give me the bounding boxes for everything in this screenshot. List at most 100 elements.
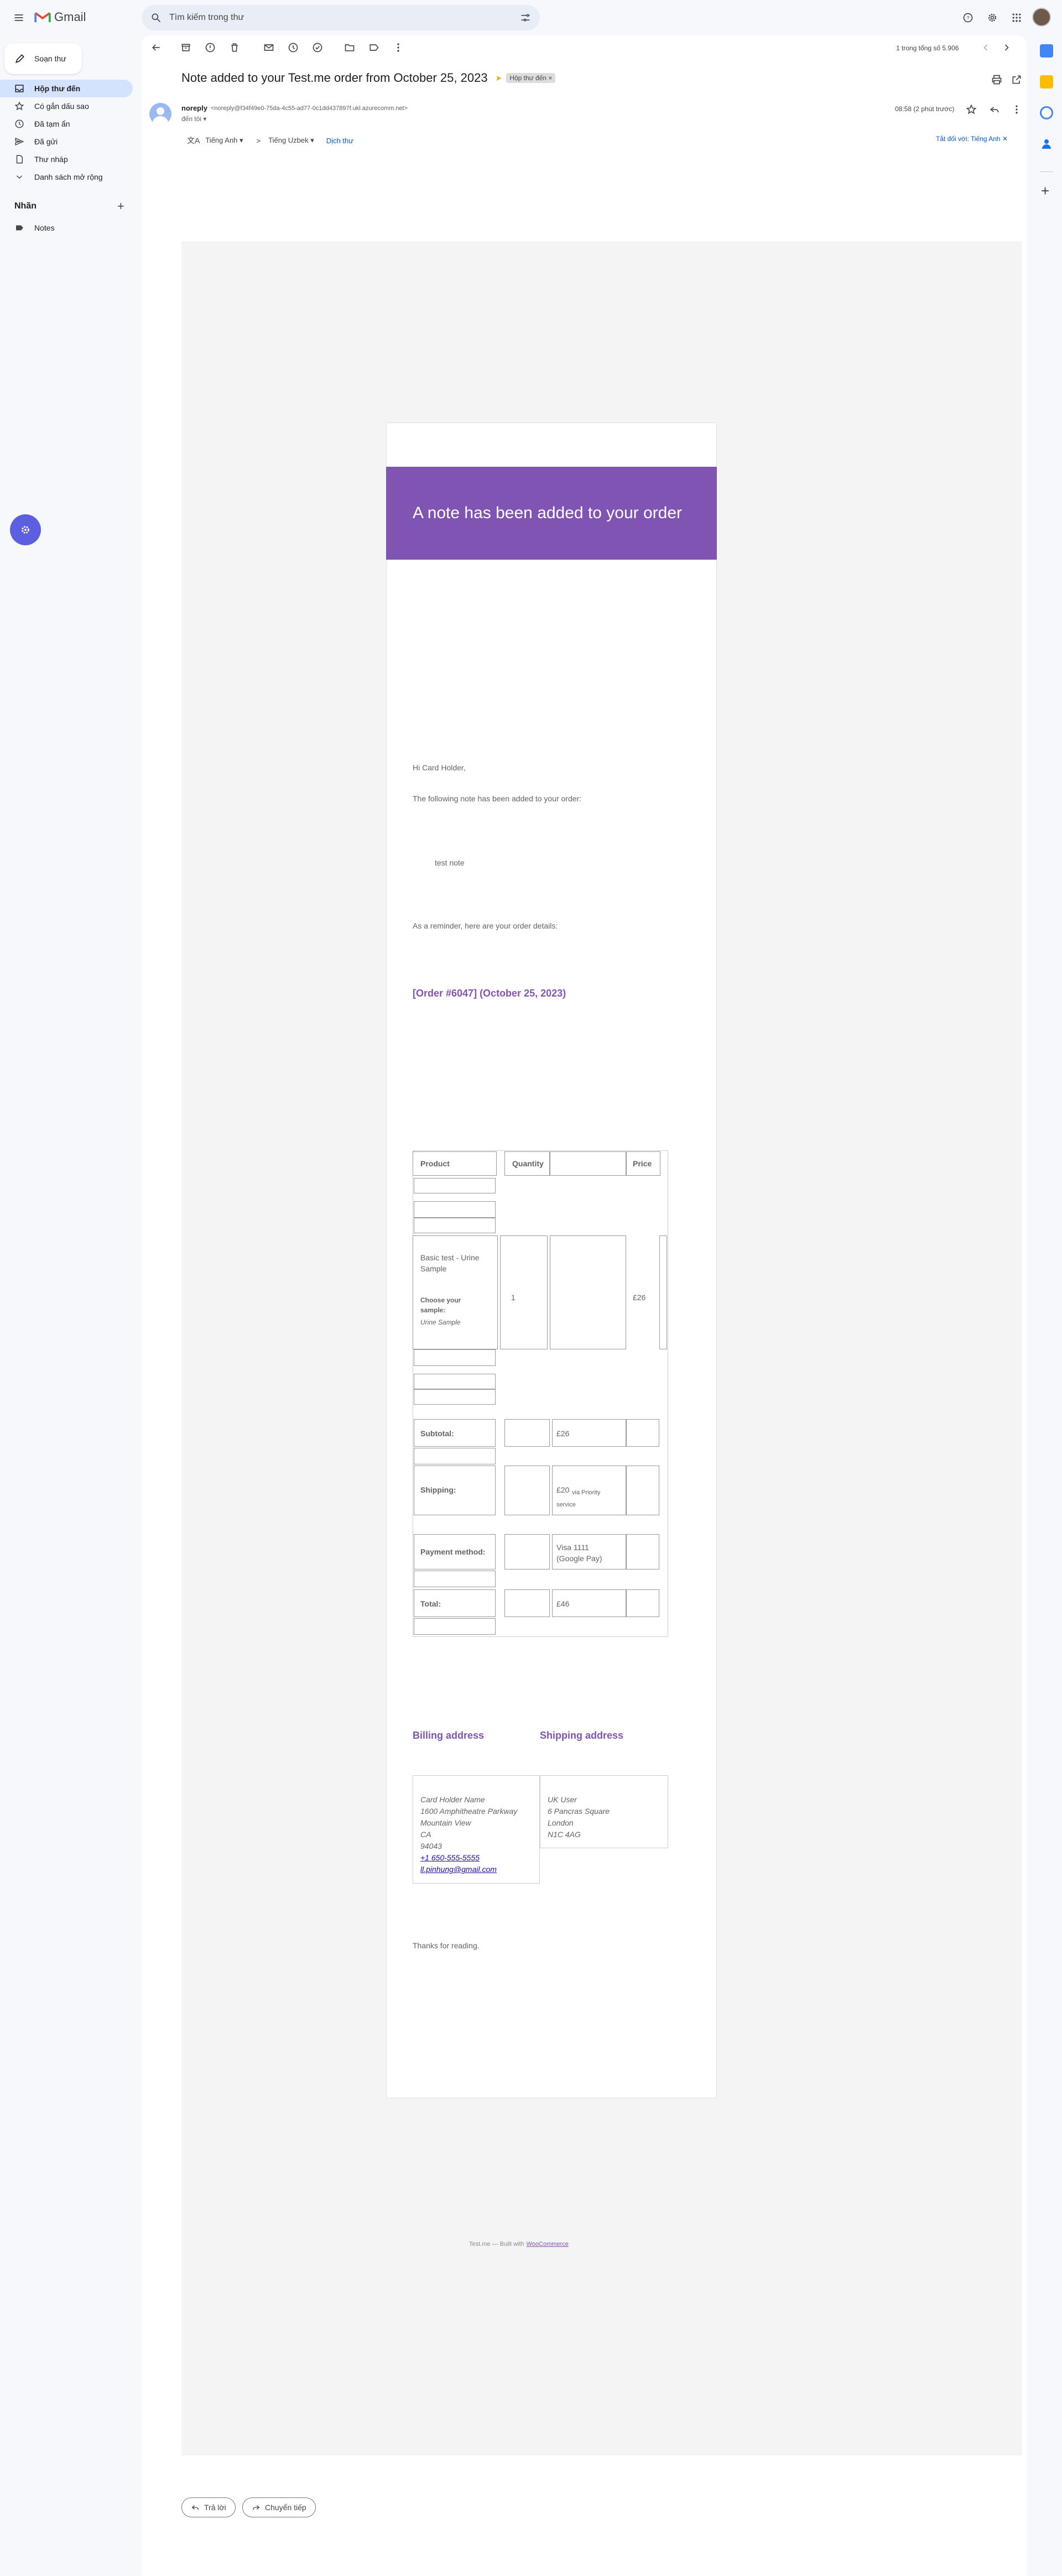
translate-to-select[interactable]: Tiếng Uzbek ▾ [268, 136, 314, 145]
col-quantity: Quantity [512, 1159, 544, 1168]
sidebar-label-notes[interactable]: Notes [0, 219, 133, 237]
shipping-label: Shipping: [420, 1485, 456, 1494]
gmail-logo[interactable]: Gmail [34, 10, 86, 24]
mark-unread-icon[interactable] [258, 36, 280, 59]
empty-cell [414, 1218, 496, 1233]
billing-email-link[interactable]: ll.pinhung@gmail.com [420, 1864, 517, 1875]
account-avatar[interactable] [1032, 8, 1051, 27]
subtotal-value: £26 [556, 1429, 570, 1438]
back-arrow-icon[interactable] [145, 36, 167, 59]
delete-icon[interactable] [223, 36, 246, 59]
chevron-left-icon[interactable] [975, 36, 997, 59]
sidebar-item-starred[interactable]: Có gắn dấu sao [0, 97, 133, 115]
billing-line: 1600 Amphitheatre Parkway [420, 1807, 518, 1816]
rail-divider [1040, 171, 1053, 172]
woocommerce-link[interactable]: WooCommerce [527, 2241, 569, 2248]
empty-cell [626, 1589, 659, 1617]
item-meta-value: Urine Sample [420, 1318, 461, 1326]
report-spam-icon[interactable] [199, 36, 221, 59]
chevron-down-icon [16, 175, 23, 179]
sidebar-item-label: Thư nháp [34, 155, 68, 164]
add-task-icon[interactable] [306, 36, 329, 59]
move-to-icon[interactable] [339, 36, 361, 59]
more-vert-icon[interactable] [387, 36, 409, 59]
reply-button[interactable]: Trả lời [181, 2497, 236, 2517]
shipping-line: N1C 4AG [548, 1830, 581, 1839]
importance-marker-icon[interactable]: ➤ [496, 74, 502, 83]
empty-cell [414, 1571, 496, 1587]
help-icon[interactable]: ? [957, 7, 979, 29]
floating-settings-button[interactable] [10, 514, 41, 545]
translate-message-link[interactable]: Dịch thư [326, 137, 353, 145]
sender-line: noreply <noreply@f34f49e0-75da-4c55-ad77… [181, 104, 408, 112]
translate-icon: 文A [187, 136, 200, 145]
star-icon[interactable] [960, 98, 982, 121]
quantity-cell [500, 1235, 548, 1349]
item-price: £26 [633, 1293, 646, 1302]
translate-from-select[interactable]: Tiếng Anh ▾ [205, 136, 243, 145]
search-icon[interactable] [150, 12, 162, 23]
thanks-text: Thanks for reading. [413, 1941, 480, 1950]
sidebar-item-sent[interactable]: Đã gửi [0, 133, 133, 150]
sidebar-item-label: Notes [34, 223, 55, 232]
search-bar[interactable]: Tìm kiếm trong thư [142, 5, 540, 30]
empty-cell [504, 1589, 550, 1617]
print-icon[interactable] [986, 69, 1008, 91]
empty-cell [414, 1349, 496, 1366]
tasks-icon[interactable] [1040, 106, 1053, 119]
star-icon [14, 101, 24, 111]
gmail-m-icon [34, 12, 51, 23]
recipient-dropdown[interactable]: đến tôi ▾ [181, 115, 206, 123]
arrow-right-icon: > [256, 136, 261, 145]
top-bar: Gmail Tìm kiếm trong thư ? [0, 0, 1062, 35]
email-subject: Note added to your Test.me order from Oc… [181, 71, 488, 85]
email-subject-row: Note added to your Test.me order from Oc… [181, 71, 556, 85]
translate-bar: 文A Tiếng Anh ▾ > Tiếng Uzbek ▾ Dịch thư [187, 135, 353, 146]
email-footer: Test.me — Built with WooCommerce [469, 2241, 569, 2248]
note-text: test note [435, 858, 465, 867]
table-header-cell [550, 1151, 626, 1176]
search-input[interactable]: Tìm kiếm trong thư [169, 13, 520, 23]
chevron-right-icon[interactable] [996, 36, 1018, 59]
forward-button[interactable]: Chuyển tiếp [242, 2497, 316, 2517]
empty-cell [659, 1235, 667, 1349]
search-options-icon[interactable] [520, 12, 531, 23]
inbox-label-badge[interactable]: Hộp thư đến × [506, 73, 556, 83]
sidebar-item-more[interactable]: Danh sách mở rộng [0, 168, 133, 186]
compose-label: Soạn thư [34, 54, 66, 63]
sidebar-item-inbox[interactable]: Hộp thư đến [0, 80, 133, 97]
sidebar-item-drafts[interactable]: Thư nháp [0, 150, 133, 168]
apps-grid-icon[interactable] [1006, 7, 1028, 29]
draft-icon [16, 155, 23, 164]
sender-name[interactable]: noreply [181, 104, 207, 112]
pencil-icon [15, 54, 24, 63]
pagination-text: 1 trong tổng số 5.906 [896, 44, 959, 52]
keep-icon[interactable] [1040, 75, 1053, 88]
add-addon-icon[interactable]: + [1041, 182, 1049, 200]
order-heading[interactable]: [Order #6047] (October 25, 2023) [413, 988, 566, 999]
empty-cell [550, 1235, 626, 1349]
turn-off-translate-link[interactable]: Tắt đối với: Tiếng Anh ✕ [936, 135, 1008, 143]
labels-icon[interactable] [363, 36, 385, 59]
main-menu-icon[interactable] [8, 7, 30, 29]
billing-phone-link[interactable]: +1 650-555-5555 [420, 1852, 517, 1864]
snooze-icon[interactable] [282, 36, 304, 59]
calendar-icon[interactable] [1040, 44, 1053, 58]
labels-heading: Nhãn [14, 201, 37, 211]
payment-label: Payment method: [420, 1547, 486, 1556]
reply-label: Trả lời [204, 2503, 226, 2512]
reply-icon[interactable] [983, 98, 1006, 121]
open-new-window-icon[interactable] [1006, 69, 1028, 91]
compose-button[interactable]: Soạn thư [4, 43, 82, 74]
more-vert-icon[interactable] [1006, 98, 1028, 121]
sidebar-item-snoozed[interactable]: Đã tạm ẩn [0, 115, 133, 133]
total-label: Total: [420, 1599, 441, 1608]
settings-gear-icon[interactable] [981, 7, 1003, 29]
contacts-icon[interactable] [1040, 137, 1053, 150]
empty-cell [626, 1534, 659, 1569]
add-label-icon[interactable]: + [117, 199, 124, 213]
archive-icon[interactable] [175, 36, 197, 59]
item-meta-key: Choose your sample: [420, 1296, 461, 1314]
billing-line: 94043 [420, 1842, 442, 1850]
sender-avatar[interactable] [149, 103, 171, 125]
